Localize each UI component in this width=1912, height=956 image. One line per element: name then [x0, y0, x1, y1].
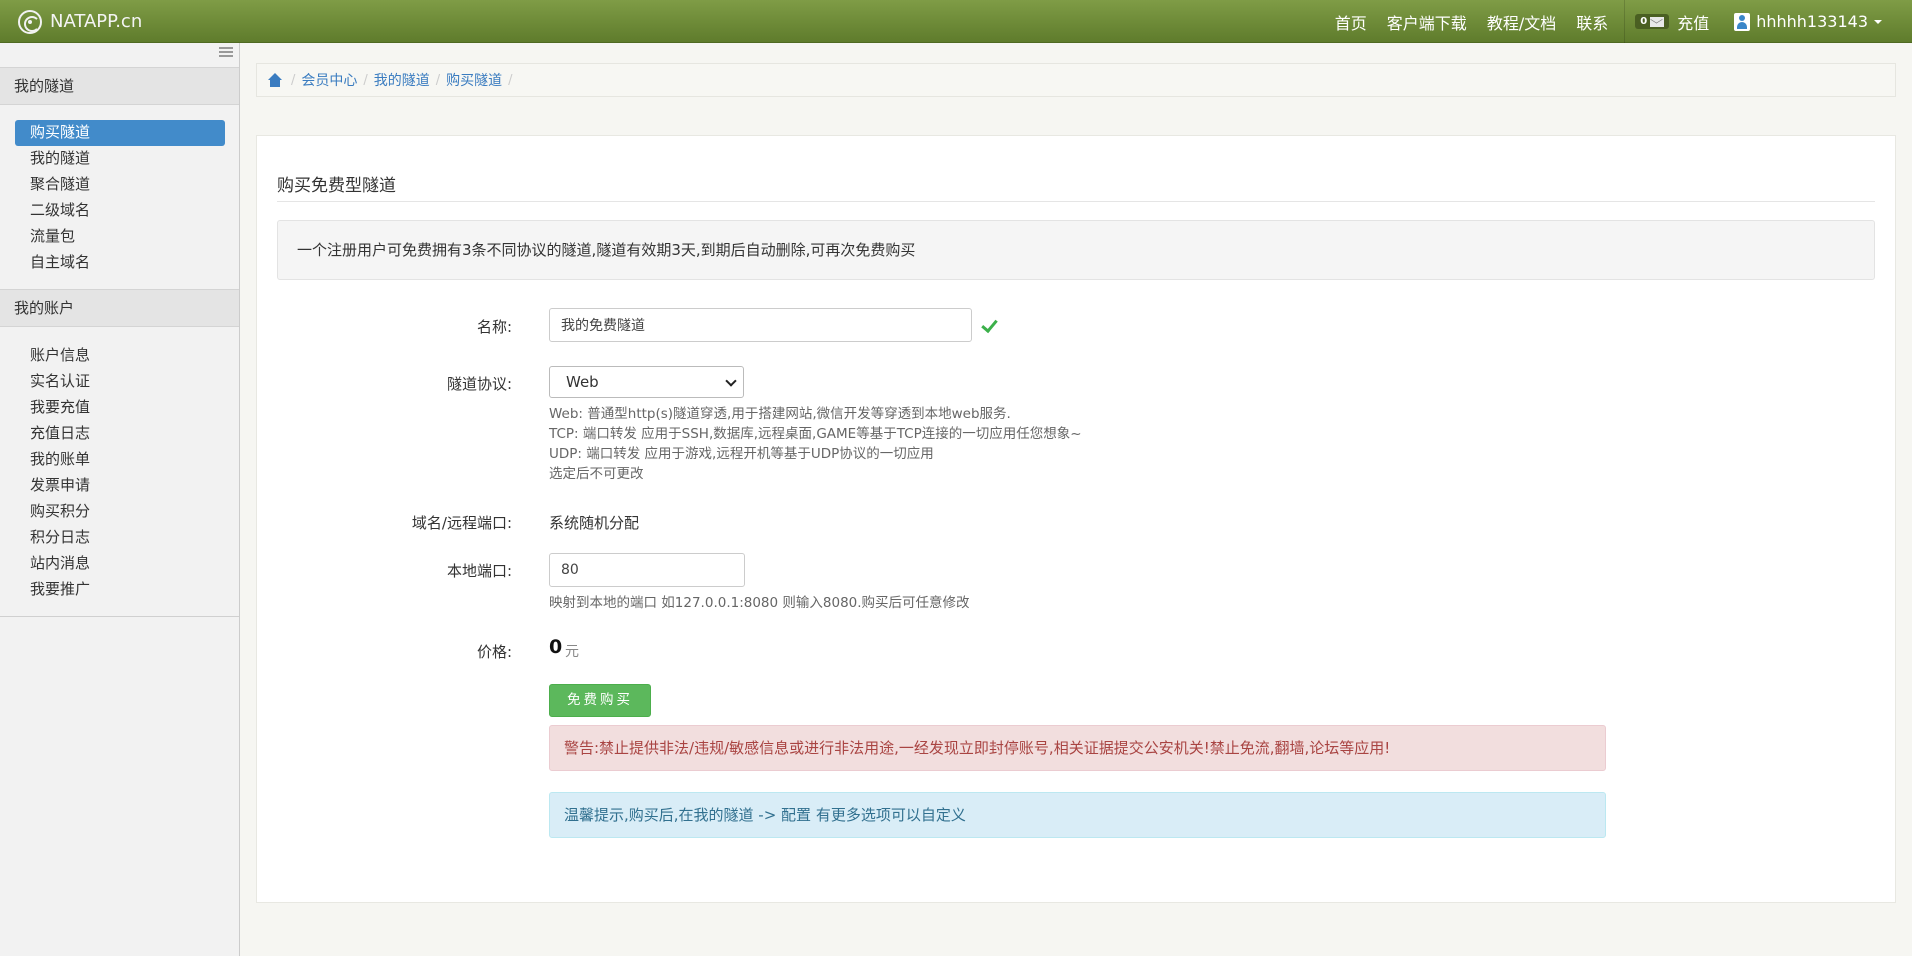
nav-divider: [1624, 0, 1626, 43]
local-port-input[interactable]: [549, 553, 745, 587]
protocol-help-tcp: TCP: 端口转发 应用于SSH,数据库,远程桌面,GAME等基于TCP连接的一…: [549, 426, 1082, 442]
caret-down-icon: [1874, 19, 1882, 24]
sidebar-item-verification[interactable]: 实名认证: [15, 369, 225, 395]
page-title: 购买免费型隧道: [277, 176, 396, 196]
brand[interactable]: NATAPP.cn: [18, 0, 142, 43]
name-label: 名称:: [476, 318, 512, 336]
sidebar-item-messages[interactable]: 站内消息: [15, 551, 225, 577]
user-menu[interactable]: hhhhh133143: [1724, 12, 1892, 31]
protocol-help-note: 选定后不可更改: [549, 466, 644, 482]
mail-count: 0: [1640, 16, 1648, 27]
breadcrumb-buy-tunnel[interactable]: 购买隧道: [440, 70, 508, 90]
sidebar-item-custom-domain[interactable]: 自主域名: [15, 250, 225, 276]
price-value: 0: [549, 636, 563, 658]
nav-home[interactable]: 首页: [1325, 10, 1377, 34]
sidebar-item-points-log[interactable]: 积分日志: [15, 525, 225, 551]
top-navbar: NATAPP.cn 首页 客户端下载 教程/文档 联系 0 充值 hhhhh13…: [0, 0, 1912, 43]
menu-collapse-icon[interactable]: [219, 47, 233, 59]
logo-icon: [18, 9, 42, 34]
breadcrumb: / 会员中心 / 我的隧道 / 购买隧道 /: [256, 63, 1896, 97]
nav-divider: [1721, 0, 1722, 43]
protocol-selected-value: Web: [566, 373, 599, 391]
sidebar-item-my-tunnels[interactable]: 我的隧道: [15, 146, 225, 172]
chevron-down-icon: [725, 375, 737, 387]
domain-label: 域名/远程端口:: [411, 514, 512, 532]
sidebar-item-bills[interactable]: 我的账单: [15, 447, 225, 473]
sidebar-divider: [0, 616, 239, 617]
user-icon: [1734, 12, 1751, 31]
tunnel-name-input[interactable]: [549, 308, 972, 342]
title-divider: [277, 201, 1875, 202]
protocol-select[interactable]: Web: [549, 366, 744, 398]
sidebar-section-tunnels[interactable]: 我的隧道: [0, 67, 239, 105]
nav-menu: 首页 客户端下载 教程/文档 联系 0 充值 hhhhh133143: [1325, 0, 1892, 43]
sidebar-section-account[interactable]: 我的账户: [0, 289, 239, 327]
protocol-help-udp: UDP: 端口转发 应用于游戏,远程开机等基于UDP协议的一切应用: [549, 446, 934, 462]
sidebar-item-invoice[interactable]: 发票申请: [15, 473, 225, 499]
sidebar-item-account-info[interactable]: 账户信息: [15, 343, 225, 369]
local-port-help: 映射到本地的端口 如127.0.0.1:8080 则输入8080.购买后可任意修…: [549, 595, 970, 611]
sidebar-tunnel-list: 购买隧道 我的隧道 聚合隧道 二级域名 流量包 自主域名: [15, 120, 225, 276]
check-icon: [983, 319, 999, 331]
home-icon[interactable]: [267, 72, 283, 88]
nav-docs[interactable]: 教程/文档: [1477, 10, 1566, 34]
sidebar-item-subdomain[interactable]: 二级域名: [15, 198, 225, 224]
sidebar-item-traffic-pack[interactable]: 流量包: [15, 224, 225, 250]
free-buy-button[interactable]: 免费购买: [549, 684, 651, 717]
nav-download[interactable]: 客户端下载: [1377, 10, 1477, 34]
info-notice: 一个注册用户可免费拥有3条不同协议的隧道,隧道有效期3天,到期后自动删除,可再次…: [277, 220, 1875, 280]
mail-badge[interactable]: 0: [1635, 14, 1670, 29]
recharge-label: 充值: [1677, 13, 1710, 33]
protocol-label: 隧道协议:: [446, 375, 512, 393]
breadcrumb-separator: /: [508, 72, 513, 88]
username: hhhhh133143: [1756, 12, 1868, 31]
nav-contact[interactable]: 联系: [1566, 10, 1618, 34]
sidebar-item-buy-tunnel[interactable]: 购买隧道: [15, 120, 225, 146]
warning-alert: 警告:禁止提供非法/违规/敏感信息或进行非法用途,一经发现立即封停账号,相关证据…: [549, 725, 1606, 771]
sidebar-item-buy-points[interactable]: 购买积分: [15, 499, 225, 525]
sidebar: 我的隧道 购买隧道 我的隧道 聚合隧道 二级域名 流量包 自主域名 我的账户 账…: [0, 43, 240, 956]
nav-recharge[interactable]: 0 充值: [1631, 10, 1719, 34]
sidebar-item-aggregate-tunnels[interactable]: 聚合隧道: [15, 172, 225, 198]
sidebar-item-recharge[interactable]: 我要充值: [15, 395, 225, 421]
envelope-icon: [1650, 16, 1665, 27]
domain-value: 系统随机分配: [549, 514, 640, 532]
protocol-help-web: Web: 普通型http(s)隧道穿透,用于搭建网站,微信开发等穿透到本地web…: [549, 406, 1011, 422]
main-panel: 购买免费型隧道 一个注册用户可免费拥有3条不同协议的隧道,隧道有效期3天,到期后…: [256, 135, 1896, 903]
price-label: 价格:: [476, 643, 512, 661]
local-port-label: 本地端口:: [446, 562, 512, 580]
sidebar-item-recharge-log[interactable]: 充值日志: [15, 421, 225, 447]
price-unit: 元: [565, 644, 579, 660]
sidebar-account-list: 账户信息 实名认证 我要充值 充值日志 我的账单 发票申请 购买积分 积分日志 …: [15, 343, 225, 603]
sidebar-item-referral[interactable]: 我要推广: [15, 577, 225, 603]
tip-alert: 温馨提示,购买后,在我的隧道 -> 配置 有更多选项可以自定义: [549, 792, 1606, 838]
brand-name: NATAPP.cn: [50, 11, 143, 32]
breadcrumb-my-tunnels[interactable]: 我的隧道: [368, 70, 436, 90]
breadcrumb-member-center[interactable]: 会员中心: [295, 70, 363, 90]
